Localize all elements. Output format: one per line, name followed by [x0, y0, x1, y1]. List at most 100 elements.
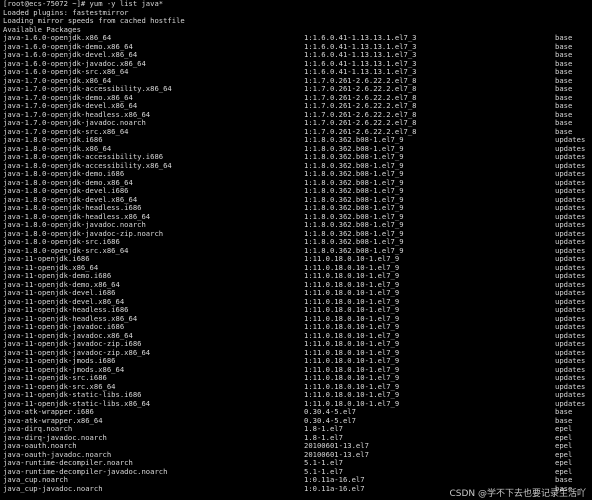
- package-repo: updates: [555, 195, 586, 204]
- package-row: java-1.8.0-openjdk-src.x86_64 1:1.8.0.362…: [3, 247, 592, 256]
- package-repo: updates: [555, 365, 586, 374]
- package-row: java-11-openjdk-jmods.i686 1:11.0.18.0.10…: [3, 357, 592, 366]
- package-name: java-1.8.0-openjdk-src.x86_64: [3, 246, 129, 255]
- package-row: java-1.6.0-openjdk-demo.x86_64 1:1.6.0.41…: [3, 43, 592, 52]
- package-repo: updates: [555, 229, 586, 238]
- package-row: java-1.7.0-openjdk.x86_64 1:1.7.0.261-2.6…: [3, 77, 592, 86]
- package-version: 1:11.0.18.0.10-1.el7_9: [304, 382, 400, 391]
- package-row: java-11-openjdk-devel.x86_64 1:11.0.18.0.…: [3, 298, 592, 307]
- package-name: java-1.7.0-openjdk-accessibility.x86_64: [3, 85, 172, 93]
- package-row: java-1.8.0-openjdk-devel.x86_64 1:1.8.0.3…: [3, 196, 592, 205]
- package-version: 1:1.8.0.362.b08-1.el7_9: [304, 178, 404, 187]
- package-name: java-11-openjdk.i686: [3, 255, 90, 263]
- package-row: java-1.8.0-openjdk.i686 1:1.8.0.362.b08-1…: [3, 136, 592, 145]
- package-version: 1:1.7.0.261-2.6.22.2.el7_8: [304, 110, 417, 119]
- package-repo: updates: [555, 331, 586, 340]
- package-version: 1:1.8.0.362.b08-1.el7_9: [304, 144, 404, 153]
- package-repo: base: [555, 110, 573, 119]
- package-repo: base: [555, 102, 573, 110]
- package-name: java-1.7.0-openjdk-src.x86_64: [3, 127, 129, 136]
- package-row: java-11-openjdk-demo.i686 1:11.0.18.0.10-…: [3, 272, 592, 281]
- package-row: java-1.7.0-openjdk-demo.x86_64 1:1.7.0.26…: [3, 94, 592, 103]
- package-row: java-dirq-javadoc.noarch 1.8-1.el7 epel: [3, 434, 592, 443]
- package-name: java-1.7.0-openjdk-headless.x86_64: [3, 110, 151, 119]
- package-name: java-11-openjdk-javadoc-zip.i686: [3, 340, 142, 348]
- package-version: 1:1.8.0.362.b08-1.el7_9: [304, 187, 404, 195]
- package-row: java-11-openjdk-static-libs.i686 1:11.0.1…: [3, 391, 592, 400]
- package-version: 1:1.8.0.362.b08-1.el7_9: [304, 212, 404, 221]
- package-name: java-1.7.0-openjdk.x86_64: [3, 76, 112, 85]
- package-version: 1:1.8.0.362.b08-1.el7_9: [304, 221, 404, 229]
- package-repo: base: [555, 76, 573, 85]
- package-name: java-11-openjdk-jmods.x86_64: [3, 365, 125, 374]
- package-version: 1:11.0.18.0.10-1.el7_9: [304, 391, 400, 399]
- package-row: java-1.8.0-openjdk-demo.x86_64 1:1.8.0.36…: [3, 179, 592, 188]
- package-row: java-1.8.0-openjdk-headless.i686 1:1.8.0.…: [3, 204, 592, 213]
- package-name: java-11-openjdk-jmods.i686: [3, 357, 116, 365]
- package-version: 1:11.0.18.0.10-1.el7_9: [304, 263, 400, 272]
- package-row: java-11-openjdk-demo.x86_64 1:11.0.18.0.1…: [3, 281, 592, 290]
- package-repo: updates: [555, 136, 586, 144]
- package-version: 1:1.6.0.41-1.13.13.1.el7_3: [304, 34, 417, 42]
- package-name: java-runtime-decompiler-javadoc.noarch: [3, 467, 168, 476]
- package-repo: updates: [555, 280, 586, 289]
- package-row: java-runtime-decompiler-javadoc.noarch 5.…: [3, 468, 592, 477]
- package-version: 1:11.0.18.0.10-1.el7_9: [304, 323, 400, 331]
- package-repo: updates: [555, 297, 586, 306]
- package-name: java-oauth.noarch: [3, 442, 77, 450]
- package-version: 1:11.0.18.0.10-1.el7_9: [304, 357, 400, 365]
- package-repo: base: [555, 59, 573, 68]
- package-row: java-11-openjdk-javadoc-zip.x86_64 1:11.0…: [3, 349, 592, 358]
- package-version: 1:1.6.0.41-1.13.13.1.el7_3: [304, 42, 417, 51]
- terminal-window[interactable]: [root@ecs-75072 ~]# yum -y list java* Lo…: [0, 0, 592, 500]
- package-repo: updates: [555, 238, 586, 246]
- package-version: 1:0.11a-16.el7: [304, 476, 365, 484]
- package-name: java_cup.noarch: [3, 476, 68, 484]
- package-row: java-1.8.0-openjdk-javadoc-zip.noarch 1:1…: [3, 230, 592, 239]
- package-version: 1:1.8.0.362.b08-1.el7_9: [304, 161, 404, 170]
- package-name: java-1.8.0-openjdk-javadoc-zip.noarch: [3, 229, 164, 238]
- package-name: java-1.6.0-openjdk-javadoc.x86_64: [3, 59, 146, 68]
- package-name: java-11-openjdk-javadoc.x86_64: [3, 331, 133, 340]
- package-row: java-11-openjdk-src.x86_64 1:11.0.18.0.10…: [3, 383, 592, 392]
- package-name: java-11-openjdk-static-libs.x86_64: [3, 399, 151, 408]
- package-name: java-oauth-javadoc.noarch: [3, 450, 112, 459]
- output-line-mirrors: Loading mirror speeds from cached hostfi…: [3, 16, 185, 25]
- package-row: java-11-openjdk-headless.i686 1:11.0.18.0…: [3, 306, 592, 315]
- package-row: java-1.7.0-openjdk-headless.x86_64 1:1.7.…: [3, 111, 592, 120]
- package-name: java-1.8.0-openjdk-headless.i686: [3, 204, 142, 212]
- package-name: java-1.6.0-openjdk-demo.x86_64: [3, 42, 133, 51]
- package-version: 1:11.0.18.0.10-1.el7_9: [304, 365, 400, 374]
- package-name: java-1.7.0-openjdk-devel.x86_64: [3, 102, 138, 110]
- package-row: java-1.7.0-openjdk-javadoc.noarch 1:1.7.0…: [3, 119, 592, 128]
- package-row: java-1.6.0-openjdk.x86_64 1:1.6.0.41-1.13…: [3, 34, 592, 43]
- package-row: java-1.8.0-openjdk-demo.i686 1:1.8.0.362.…: [3, 170, 592, 179]
- package-repo: base: [555, 476, 573, 484]
- package-list: java-1.6.0-openjdk.x86_64 1:1.6.0.41-1.13…: [3, 34, 592, 493]
- package-name: java-1.8.0-openjdk-devel.x86_64: [3, 195, 138, 204]
- package-repo: updates: [555, 374, 586, 382]
- package-version: 1:11.0.18.0.10-1.el7_9: [304, 272, 400, 280]
- package-repo: base: [555, 119, 573, 127]
- package-version: 1:1.7.0.261-2.6.22.2.el7_8: [304, 127, 417, 136]
- package-repo: base: [555, 85, 573, 93]
- package-name: java-11-openjdk-demo.i686: [3, 272, 112, 280]
- package-repo: updates: [555, 263, 586, 272]
- package-row: java-11-openjdk-javadoc-zip.i686 1:11.0.1…: [3, 340, 592, 349]
- package-version: 1:1.8.0.362.b08-1.el7_9: [304, 153, 404, 161]
- package-row: java-11-openjdk-src.i686 1:11.0.18.0.10-1…: [3, 374, 592, 383]
- package-version: 1:1.7.0.261-2.6.22.2.el7_8: [304, 93, 417, 102]
- package-row: java-atk-wrapper.x86_64 0.30.4-5.el7 base: [3, 417, 592, 426]
- package-repo: base: [555, 416, 573, 425]
- package-version: 1:1.8.0.362.b08-1.el7_9: [304, 246, 404, 255]
- package-repo: updates: [555, 144, 586, 153]
- package-version: 1:1.7.0.261-2.6.22.2.el7_8: [304, 85, 417, 93]
- package-name: java-11-openjdk-headless.i686: [3, 306, 129, 314]
- package-row: java-atk-wrapper.i686 0.30.4-5.el7 base: [3, 408, 592, 417]
- package-version: 1:1.8.0.362.b08-1.el7_9: [304, 136, 404, 144]
- package-repo: updates: [555, 178, 586, 187]
- package-name: java-11-openjdk-devel.x86_64: [3, 297, 125, 306]
- package-row: java-1.7.0-openjdk-accessibility.x86_64 1…: [3, 85, 592, 94]
- package-version: 1:11.0.18.0.10-1.el7_9: [304, 314, 400, 323]
- package-version: 0.30.4-5.el7: [304, 408, 356, 416]
